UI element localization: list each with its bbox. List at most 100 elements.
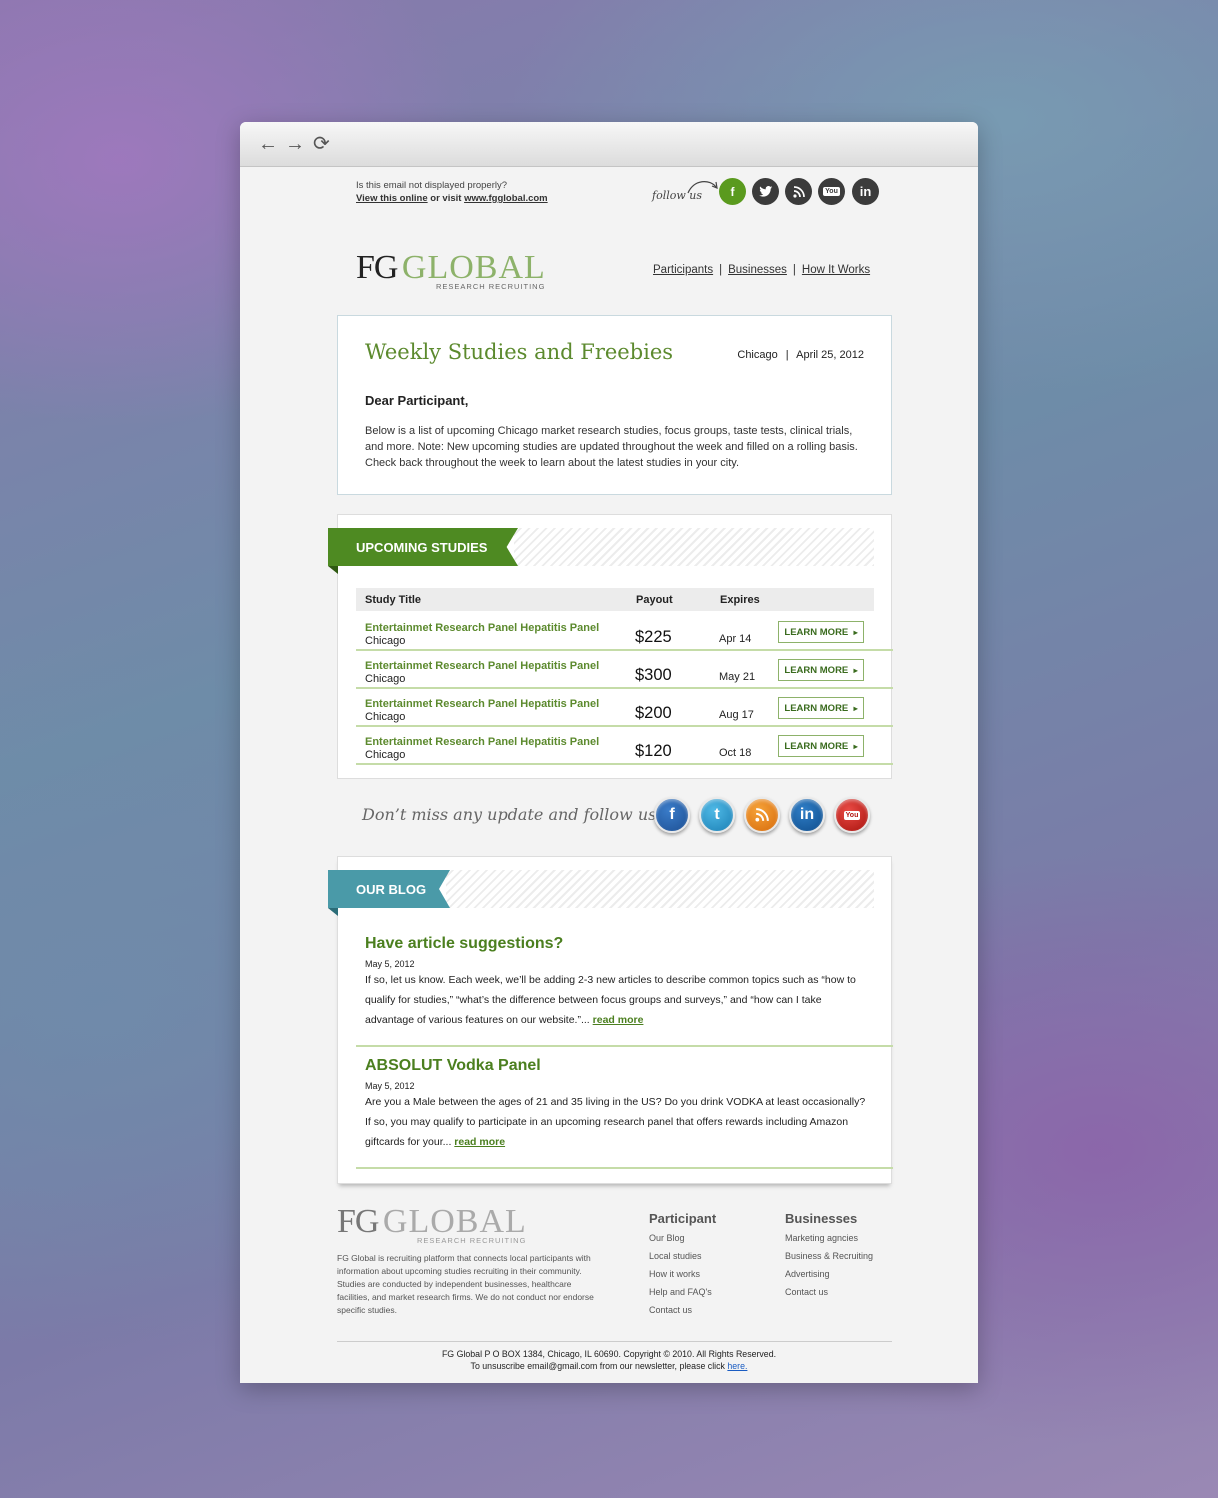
table-header: Study Title Payout Expires [356,588,874,611]
studies-panel: UPCOMING STUDIES Study Title Payout Expi… [328,514,893,779]
blog-post: Have article suggestions? May 5, 2012 If… [365,935,870,1030]
footer-logo-fg: FG [337,1203,379,1240]
row-divider [356,725,893,727]
post-divider [356,1167,893,1169]
study-payout: $200 [635,704,672,722]
study-expires: Apr 14 [719,633,752,645]
post-divider [356,1045,893,1047]
footer-link[interactable]: Local studies [649,1251,716,1261]
blog-post-title[interactable]: ABSOLUT Vodka Panel [365,1057,870,1075]
footer-copyright: FG Global P O BOX 1384, Chicago, IL 6069… [240,1348,978,1372]
footer-link[interactable]: Marketing agncies [785,1233,873,1243]
footer-link[interactable]: Contact us [785,1287,873,1297]
intro-title: Weekly Studies and Freebies [365,340,674,364]
follow-banner-text: Don’t miss any update and follow us! [362,805,663,824]
or-visit-text: or visit [430,193,462,204]
learn-more-button[interactable]: LEARN MORE ▸ [778,621,864,643]
rss-icon[interactable] [785,178,812,205]
arrow-right-icon[interactable]: → [285,134,305,154]
learn-more-button[interactable]: LEARN MORE ▸ [778,697,864,719]
footer-divider [337,1341,892,1342]
studies-ribbon: UPCOMING STUDIES [328,528,518,566]
top-nav: Participants | Businesses | How It Works [653,264,871,276]
view-online-link[interactable]: View this online [356,193,428,204]
study-expires: Oct 18 [719,747,752,759]
footer-link[interactable]: Our Blog [649,1233,716,1243]
facebook-icon[interactable]: f [654,797,690,833]
study-payout: $225 [635,628,672,646]
footer-logo-global: GLOBAL [382,1203,527,1240]
blog-post-title[interactable]: Have article suggestions? [365,935,870,953]
col-payout: Payout [636,594,673,606]
blog-post: ABSOLUT Vodka Panel May 5, 2012 Are you … [365,1057,870,1152]
footer-participant-heading: Participant [649,1211,717,1226]
row-divider [356,649,893,651]
linkedin-icon[interactable]: in [852,178,879,205]
study-payout: $300 [635,666,672,684]
browser-toolbar: ← → ⟳ [240,122,978,167]
intro-body: Below is a list of upcoming Chicago mark… [365,425,858,469]
ribbon-fold [328,908,338,916]
study-payout: $120 [635,742,672,760]
browser-window: ← → ⟳ Is this email not displayed proper… [240,122,978,1383]
study-city: Chicago [365,711,406,723]
blog-ribbon: OUR BLOG [328,870,450,908]
read-more-link[interactable]: read more [593,1014,644,1026]
study-city: Chicago [365,749,406,761]
unsubscribe-link[interactable]: here. [727,1361,747,1371]
blog-post-body: Are you a Male between the ages of 21 an… [365,1096,866,1148]
notice-text: Is this email not displayed properly? [356,180,508,191]
learn-more-button[interactable]: LEARN MORE ▸ [778,735,864,757]
study-expires: May 21 [719,671,756,683]
footer-participant-column: Participant Our Blog Local studies How i… [649,1211,716,1315]
intro-panel: Weekly Studies and Freebies Chicago | Ap… [337,315,892,495]
unsubscribe-text: To unsuscribe email@gmail.com from our n… [470,1361,725,1371]
nav-participants[interactable]: Participants [653,264,713,276]
footer-link[interactable]: Help and FAQ's [649,1287,716,1297]
blog-section-title: OUR BLOG [356,881,427,897]
nav-how-it-works[interactable]: How It Works [802,264,870,276]
read-more-link[interactable]: read more [454,1136,505,1148]
footer-link[interactable]: Advertising [785,1269,873,1279]
study-title[interactable]: Entertainmet Research Panel Hepatitis Pa… [365,736,599,748]
youtube-icon[interactable]: You [818,178,845,205]
study-title[interactable]: Entertainmet Research Panel Hepatitis Pa… [365,698,599,710]
study-expires: Aug 17 [719,709,754,721]
blog-post-body: If so, let us know. Each week, we’ll be … [365,974,856,1026]
blog-panel: OUR BLOG Have article suggestions? May 5… [328,856,893,1184]
study-title[interactable]: Entertainmet Research Panel Hepatitis Pa… [365,622,599,634]
blog-post-date: May 5, 2012 [365,959,415,969]
learn-more-button[interactable]: LEARN MORE ▸ [778,659,864,681]
footer-link[interactable]: Contact us [649,1305,716,1315]
nav-businesses[interactable]: Businesses [728,264,787,276]
footer-about: FG Global is recruiting platform that co… [337,1253,594,1315]
ribbon-fold [328,566,338,574]
logo-tagline: RESEARCH RECRUITING [436,282,546,291]
reload-icon[interactable]: ⟳ [313,134,330,154]
arrow-left-icon[interactable]: ← [258,134,278,154]
intro-city: Chicago [737,349,778,361]
logo: FG GLOBAL RESEARCH RECRUITING [356,249,546,291]
youtube-icon[interactable]: You [834,797,870,833]
linkedin-icon[interactable]: in [789,797,825,833]
ribbon-stripes [514,528,874,566]
logo-fg: FG [356,249,398,286]
study-title[interactable]: Entertainmet Research Panel Hepatitis Pa… [365,660,599,672]
ribbon-stripes [446,870,874,908]
display-notice: Is this email not displayed properly? Vi… [356,179,548,205]
twitter-icon[interactable] [752,178,779,205]
footer-link[interactable]: Business & Recruiting [785,1251,873,1261]
row-divider [356,763,893,765]
rss-icon[interactable] [744,797,780,833]
footer-address: FG Global P O BOX 1384, Chicago, IL 6069… [441,1349,777,1359]
footer-businesses-column: Businesses Marketing agncies Business & … [785,1211,873,1297]
facebook-icon[interactable]: f [719,178,746,205]
blog-post-date: May 5, 2012 [365,1081,415,1091]
footer-link[interactable]: How it works [649,1269,716,1279]
footer-logo-tagline: RESEARCH RECRUITING [417,1236,527,1245]
col-expires: Expires [720,594,760,606]
curved-arrow-icon [687,181,718,194]
studies-title: UPCOMING STUDIES [356,539,488,555]
site-link[interactable]: www.fgglobal.com [464,193,548,204]
twitter-icon[interactable]: t [699,797,735,833]
